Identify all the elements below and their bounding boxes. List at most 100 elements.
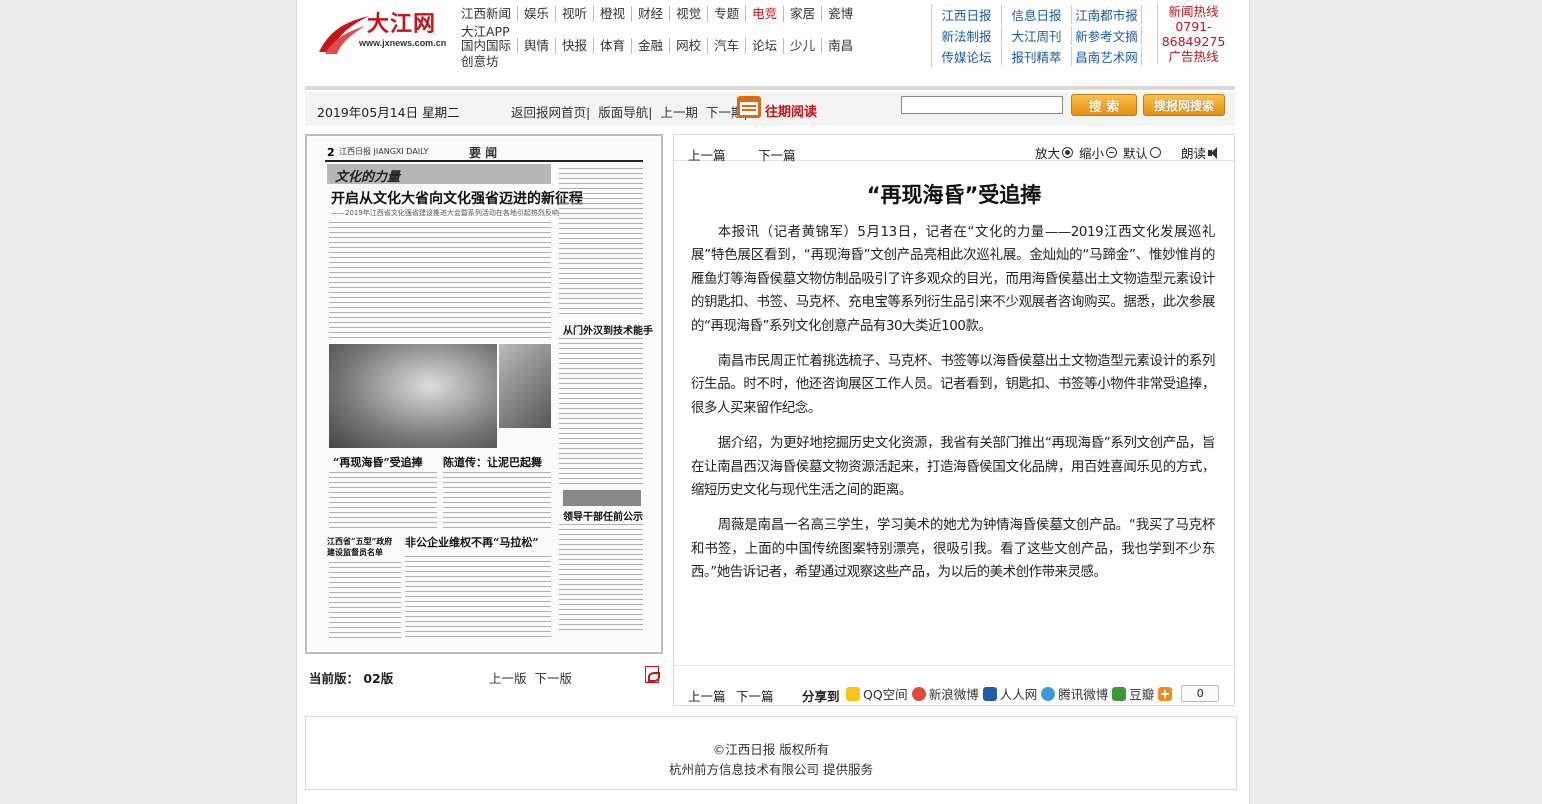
page-rule xyxy=(325,160,643,162)
nav-link[interactable]: 金融 xyxy=(632,38,671,54)
share-tencent-weibo[interactable]: 腾讯微博 xyxy=(1058,684,1108,703)
prev-article-link[interactable]: 上一篇 xyxy=(688,145,726,164)
article-toolbar: 上一篇 下一篇 放大 缩小 默认 朗读 xyxy=(674,135,1234,164)
nav-link[interactable]: 娱乐 xyxy=(518,6,557,22)
paper-link[interactable]: 大江周刊 xyxy=(1002,26,1072,45)
page-box xyxy=(563,490,641,506)
zoom-in-icon[interactable] xyxy=(1061,147,1073,158)
text-block xyxy=(559,168,643,318)
page-subhead: ——2019年江西省文化强省建设推进大会暨系列活动在各地引起热烈反响 xyxy=(331,209,559,217)
prev-page-link[interactable]: 上一版 xyxy=(489,671,527,686)
paper-nav: 江西日报 信息日报 江南都市报 新法制报 大江周刊 新参考文摘 传媒论坛 报刊精萃 昌南艺术网 xyxy=(931,4,1151,67)
text-block xyxy=(559,338,643,486)
page-item-6[interactable]: 江西省“五型”政府建设监督员名单 xyxy=(327,536,397,558)
calendar-icon[interactable] xyxy=(737,96,761,118)
site-logo[interactable]: 大江网 www.jxnews.com.cn xyxy=(315,8,455,58)
nav-link[interactable]: 橙视 xyxy=(594,6,633,22)
nav-link[interactable]: 国内国际 xyxy=(457,38,519,54)
page-item-3[interactable]: 从门外汉到技术能手 xyxy=(563,322,653,337)
nav-link[interactable]: 体育 xyxy=(594,38,633,54)
zoom-in-label[interactable]: 放大 xyxy=(1035,143,1060,162)
nav-link[interactable]: 论坛 xyxy=(746,38,785,54)
prev-issue-link[interactable]: 上一期 xyxy=(660,105,698,120)
douban-icon[interactable] xyxy=(1112,686,1127,701)
tencent-weibo-icon[interactable] xyxy=(1041,686,1056,701)
past-read-link[interactable]: 往期阅读 xyxy=(765,101,817,120)
paper-nav-row: 江西日报 信息日报 江南都市报 xyxy=(932,4,1151,25)
news-search-button[interactable]: 搜报网搜索 xyxy=(1143,94,1225,116)
header-divider xyxy=(305,86,1235,90)
page-headline[interactable]: 开启从文化大省向文化强省迈进的新征程 xyxy=(331,188,583,208)
copyright: ©江西日报 版权所有 xyxy=(712,742,830,757)
page-section: 要 闻 xyxy=(469,146,498,160)
search-button[interactable]: 搜 索 xyxy=(1071,94,1137,116)
text-block xyxy=(443,472,551,528)
nav-link[interactable]: 财经 xyxy=(632,6,671,22)
nav-link[interactable]: 专题 xyxy=(708,6,747,22)
nav-link[interactable]: 电竞 xyxy=(746,6,785,22)
page-item-2[interactable]: 陈道传：让泥巴起舞 xyxy=(443,454,542,470)
sina-weibo-icon[interactable] xyxy=(911,686,926,701)
paper-link[interactable]: 传媒论坛 xyxy=(932,47,1002,66)
share-douban[interactable]: 豆瓣 xyxy=(1129,684,1154,703)
page-item-4[interactable]: 领导干部任前公示 xyxy=(563,508,643,523)
next-page-link[interactable]: 下一版 xyxy=(534,671,572,686)
qzone-icon[interactable] xyxy=(846,686,860,701)
news-photo-2 xyxy=(499,344,551,428)
nav-link[interactable]: 少儿 xyxy=(784,38,823,54)
share-sina-weibo[interactable]: 新浪微博 xyxy=(929,684,979,703)
read-aloud-label[interactable]: 朗读 xyxy=(1181,143,1206,162)
home-link[interactable]: 返回报网首页| xyxy=(511,105,590,120)
search-input[interactable] xyxy=(901,96,1063,114)
nav-link[interactable]: 视听 xyxy=(556,6,595,22)
paper-link[interactable]: 江西日报 xyxy=(932,5,1002,24)
nav-link[interactable]: 网校 xyxy=(670,38,709,54)
share-label: 分享到 xyxy=(802,689,840,704)
default-size-icon[interactable] xyxy=(1149,147,1161,158)
nav-link[interactable]: 快报 xyxy=(556,38,595,54)
nav-link[interactable]: 江西新闻 xyxy=(457,6,519,22)
nav-link[interactable]: 家居 xyxy=(784,6,823,22)
paper-link[interactable]: 江南都市报 xyxy=(1072,5,1142,24)
site-footer: ©江西日报 版权所有 杭州前方信息技术有限公司 提供服务 xyxy=(305,716,1237,790)
speaker-icon[interactable] xyxy=(1208,146,1220,159)
nav-link[interactable]: 舆情 xyxy=(518,38,557,54)
text-block xyxy=(329,222,551,340)
next-article-link-bottom[interactable]: 下一篇 xyxy=(736,686,774,705)
nav-link[interactable]: 创意坊 xyxy=(457,54,505,70)
paper-link[interactable]: 昌南艺术网 xyxy=(1072,47,1142,66)
paper-link[interactable]: 新法制报 xyxy=(932,26,1002,45)
share-renren[interactable]: 人人网 xyxy=(1000,684,1038,703)
nav-link[interactable]: 南昌 xyxy=(822,38,859,54)
article-title: “再现海昏”受追捧 xyxy=(866,183,1042,207)
renren-icon[interactable] xyxy=(982,686,997,701)
zoom-out-label[interactable]: 缩小 xyxy=(1079,143,1104,162)
nav-link[interactable]: 汽车 xyxy=(708,38,747,54)
newspaper-page-thumbnail[interactable]: 2 江西日报 JIANGXI DAILY 要 闻 文化的力量 开启从文化大省向文… xyxy=(305,134,663,654)
zoom-controls: 放大 缩小 默认 朗读 xyxy=(1035,143,1220,162)
paper-link[interactable]: 报刊精萃 xyxy=(1002,47,1072,66)
page-item-5[interactable]: 非公企业维权不再“马拉松” xyxy=(405,534,539,550)
main-nav-row-2b: 创意坊 xyxy=(457,54,505,70)
logo-title: 大江网 xyxy=(367,11,437,37)
nav-link[interactable]: 视觉 xyxy=(670,6,709,22)
news-photo xyxy=(329,344,497,448)
default-size-label[interactable]: 默认 xyxy=(1123,143,1148,162)
toolbar: 2019年05月14日 星期二 返回报网首页| 版面导航| 上一期 下一期| 往… xyxy=(305,92,1235,126)
prev-article-link-bottom[interactable]: 上一篇 xyxy=(688,686,726,705)
paper-link[interactable]: 新参考文摘 xyxy=(1072,26,1142,45)
page-image: 2 江西日报 JIANGXI DAILY 要 闻 文化的力量 开启从文化大省向文… xyxy=(309,138,659,650)
pdf-icon[interactable] xyxy=(645,666,660,683)
page-item-1[interactable]: “再现海昏”受追捧 xyxy=(333,454,423,470)
zoom-out-icon[interactable] xyxy=(1105,147,1117,158)
banner-text: 文化的力量 xyxy=(335,170,401,185)
layout-nav-link[interactable]: 版面导航| xyxy=(598,105,652,120)
paper-link[interactable]: 信息日报 xyxy=(1002,5,1072,24)
share-qzone[interactable]: QQ空间 xyxy=(863,684,908,703)
nav-link[interactable]: 瓷博 xyxy=(822,6,859,22)
next-article-link[interactable]: 下一篇 xyxy=(758,145,796,164)
more-share-icon[interactable] xyxy=(1158,686,1173,701)
share-count: 0 xyxy=(1181,685,1220,702)
page-nav: 上一版 下一版 xyxy=(489,668,572,687)
issue-nav: 返回报网首页| 版面导航| 上一期 下一期| xyxy=(511,102,752,121)
